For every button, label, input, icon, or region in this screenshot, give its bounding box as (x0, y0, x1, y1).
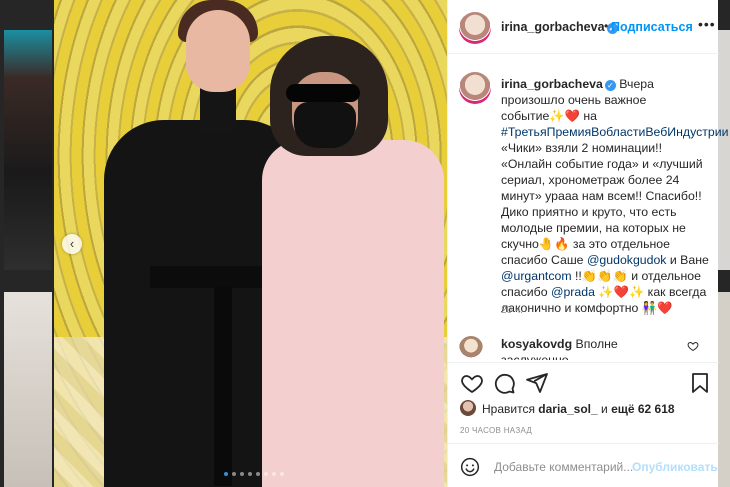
instagram-post-modal: ‹ irina_gorbacheva ✓ • Подписаться ••• ir… (0, 0, 730, 487)
caption-time[interactable]: 20 ч. (501, 305, 523, 316)
background-feed-photo[interactable] (718, 292, 730, 487)
background-feed-photo[interactable] (4, 30, 52, 270)
share-button[interactable] (525, 371, 549, 395)
liker-username[interactable]: daria_sol_ (538, 402, 597, 416)
likes-count-link[interactable]: ещё 62 618 (611, 402, 675, 416)
author-username[interactable]: irina_gorbacheva ✓ (501, 20, 618, 34)
photo-figure (186, 10, 250, 92)
post-timestamp[interactable]: 20 ЧАСОВ НАЗАД (460, 426, 532, 435)
heart-icon (461, 375, 483, 394)
likes-text: Нравится daria_sol_ и ещё 62 618 (482, 402, 675, 416)
comment-text: kosyakovdg Вполне заслуженно (501, 337, 618, 360)
emoji-button[interactable] (460, 457, 480, 477)
avatar[interactable] (459, 12, 491, 44)
carousel-dot (232, 472, 236, 476)
publish-button[interactable]: Опубликовать (632, 460, 718, 474)
header-separator: • (604, 19, 609, 33)
avatar[interactable] (459, 72, 491, 104)
post-side-panel: irina_gorbacheva ✓ • Подписаться ••• irin… (447, 0, 728, 487)
caption-link[interactable]: @urgantcom (501, 269, 572, 283)
comment-input[interactable] (494, 458, 644, 476)
caption-text: irina_gorbacheva ✓ Вчера произошло очень … (501, 76, 728, 316)
photo-figure (262, 140, 444, 487)
emoji-icon (460, 457, 480, 477)
photo-figure (214, 286, 232, 486)
carousel-dot (248, 472, 252, 476)
carousel-dot (240, 472, 244, 476)
carousel-dot (256, 472, 260, 476)
post-header: irina_gorbacheva ✓ • Подписаться ••• (448, 0, 719, 54)
post-photo[interactable] (54, 0, 447, 487)
avatar[interactable] (460, 400, 476, 416)
bookmark-icon (692, 373, 708, 393)
more-options-button[interactable]: ••• (698, 16, 716, 32)
caption-link[interactable]: #ТретьяПремияВобластиВебИндустрии (501, 125, 728, 139)
caption-segment: и Ване (666, 253, 709, 267)
caption-link[interactable]: @gudokgudok (587, 253, 667, 267)
comment-like-heart-icon[interactable] (687, 340, 699, 352)
verified-icon: ✓ (604, 80, 616, 91)
action-bar (448, 362, 719, 402)
background-feed-photo[interactable] (718, 30, 730, 270)
save-button[interactable] (688, 371, 712, 395)
share-icon (526, 373, 548, 393)
add-comment-bar: Опубликовать (448, 443, 719, 487)
comment-button[interactable] (492, 371, 516, 395)
carousel-dot (272, 472, 276, 476)
photo-figure (200, 88, 236, 132)
carousel-prev-button[interactable]: ‹ (62, 234, 82, 254)
photo-figure (294, 102, 356, 148)
caption-link[interactable]: @prada (551, 285, 595, 299)
follow-button[interactable]: Подписаться (611, 20, 693, 34)
background-feed-photo[interactable] (4, 292, 52, 487)
like-button[interactable] (460, 371, 484, 395)
photo-figure (286, 84, 360, 102)
caption-segment: «Чики» взяли 2 номинации!! «Онлайн событ… (501, 141, 703, 267)
likes-summary: Нравится daria_sol_ и ещё 62 618 (460, 400, 710, 418)
carousel-indicator (224, 472, 284, 476)
carousel-dot (280, 472, 284, 476)
comment-icon (494, 373, 515, 394)
carousel-dot (224, 472, 228, 476)
chevron-left-icon: ‹ (69, 236, 75, 251)
avatar[interactable] (459, 336, 483, 360)
caption-username[interactable]: irina_gorbacheva (501, 77, 603, 91)
carousel-dot (264, 472, 268, 476)
comment-item: kosyakovdg Вполне заслуженно (459, 336, 715, 360)
comment-username[interactable]: kosyakovdg (501, 337, 572, 351)
